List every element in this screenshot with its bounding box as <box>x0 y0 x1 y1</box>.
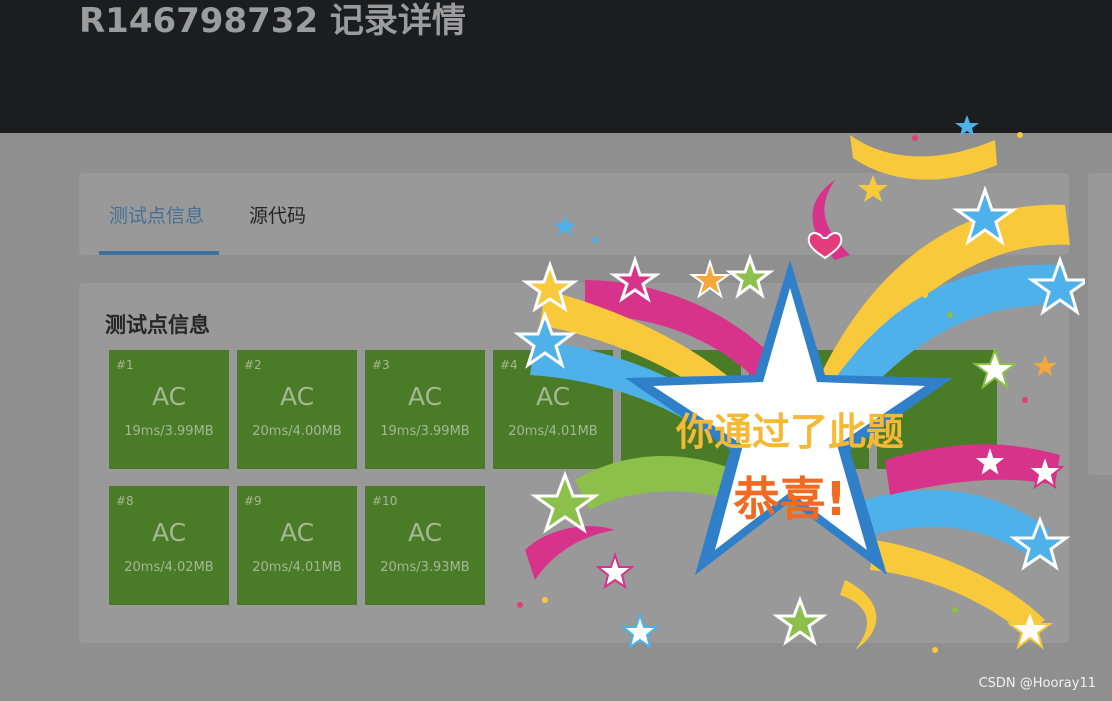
page-title: R146798732 记录详情 <box>79 1 466 41</box>
testcase-status: AC <box>151 518 187 547</box>
testcase-number: #2 <box>244 358 262 372</box>
congrats-overlay[interactable]: 你通过了此题 恭喜! <box>505 110 1085 670</box>
testcase-status: AC <box>407 382 443 411</box>
testcase-status: AC <box>407 518 443 547</box>
testcase-number: #9 <box>244 494 262 508</box>
testcase-stat: 20ms/4.01MB <box>252 560 342 575</box>
testcase-number: #8 <box>116 494 134 508</box>
testcase-stat: 19ms/3.99MB <box>124 424 214 439</box>
testcase-card[interactable]: #1 AC 19ms/3.99MB <box>109 350 229 469</box>
testcase-card[interactable]: #8 AC 20ms/4.02MB <box>109 486 229 605</box>
testcase-card[interactable]: #2 AC 20ms/4.00MB <box>237 350 357 469</box>
testcase-stat: 20ms/4.02MB <box>124 560 214 575</box>
testcase-card[interactable]: #9 AC 20ms/4.01MB <box>237 486 357 605</box>
testcase-number: #1 <box>116 358 134 372</box>
popup-line1: 你通过了此题 <box>675 410 904 454</box>
testcase-number: #10 <box>372 494 398 508</box>
testcase-card[interactable]: #10 AC 20ms/3.93MB <box>365 486 485 605</box>
testcase-stat: 20ms/3.93MB <box>380 560 470 575</box>
testcase-card[interactable]: #3 AC 19ms/3.99MB <box>365 350 485 469</box>
popup-line2: 恭喜! <box>733 472 847 526</box>
section-title: 测试点信息 <box>105 313 210 337</box>
testcase-status: AC <box>279 518 315 547</box>
side-panel <box>1088 173 1112 475</box>
testcase-status: AC <box>151 382 187 411</box>
tab-source-code[interactable]: 源代码 <box>249 201 306 228</box>
active-tab-indicator <box>99 251 219 255</box>
testcase-status: AC <box>279 382 315 411</box>
tab-testcase-info[interactable]: 测试点信息 <box>109 201 204 228</box>
watermark: CSDN @Hooray11 <box>978 676 1096 691</box>
testcase-number: #3 <box>372 358 390 372</box>
testcase-stat: 20ms/4.00MB <box>252 424 342 439</box>
testcase-stat: 19ms/3.99MB <box>380 424 470 439</box>
